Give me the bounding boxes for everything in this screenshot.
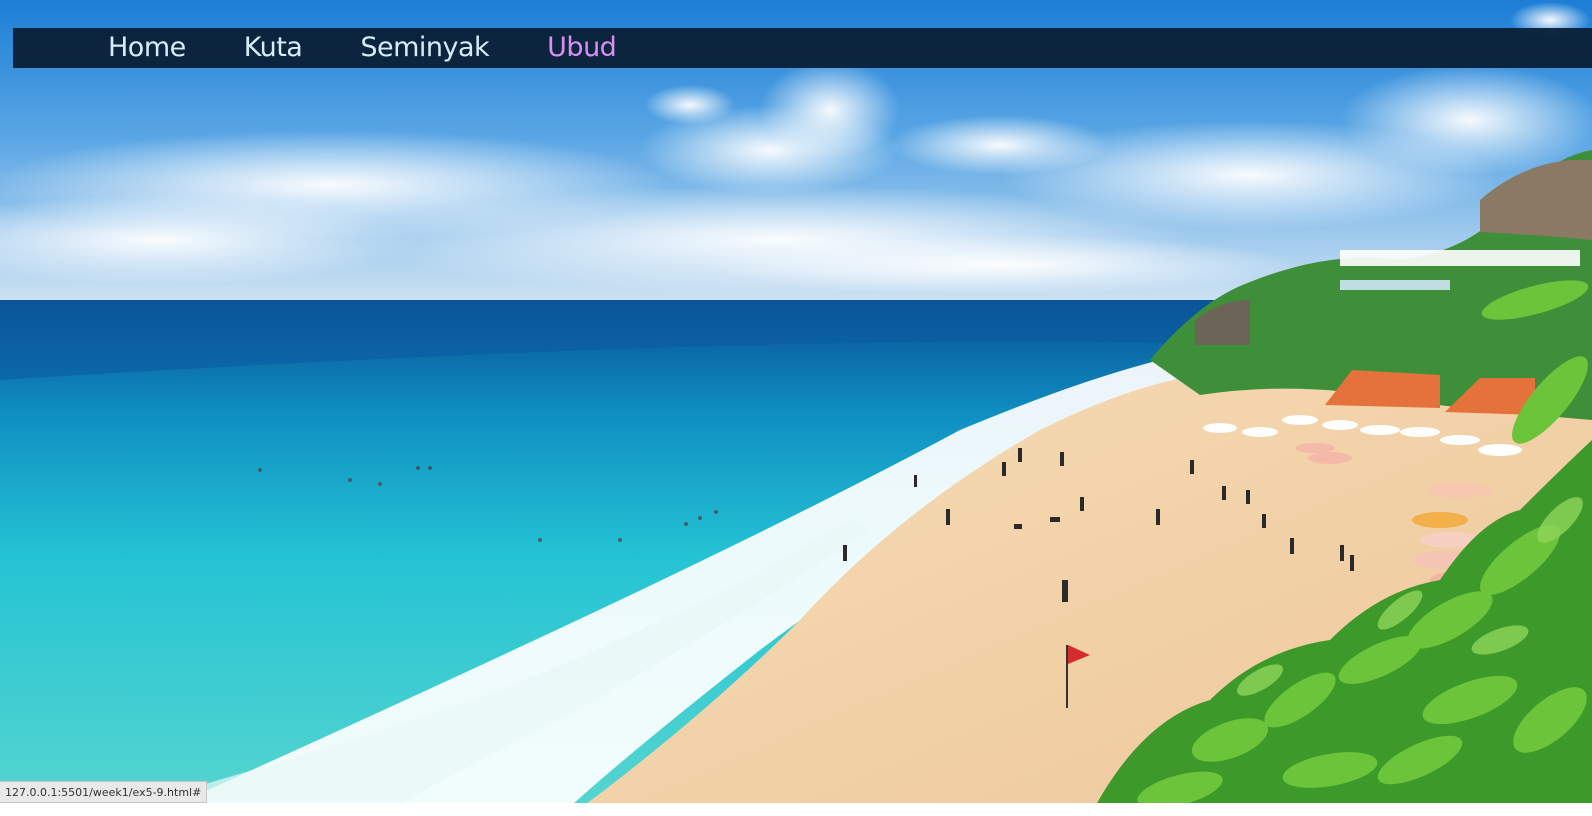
nav-link-ubud[interactable]: Ubud [547,28,617,68]
nav-link-kuta[interactable]: Kuta [244,28,303,68]
page-bottom-edge [0,803,1592,816]
browser-status-url: 127.0.0.1:5501/week1/ex5-9.html# [0,781,208,803]
beach-background-image [0,0,1592,816]
top-navigation-bar: Home Kuta Seminyak Ubud [13,28,1592,68]
nav-link-home[interactable]: Home [108,28,186,68]
nav-link-seminyak[interactable]: Seminyak [360,28,489,68]
browser-viewport: Home Kuta Seminyak Ubud 127.0.0.1:5501/w… [0,0,1592,816]
